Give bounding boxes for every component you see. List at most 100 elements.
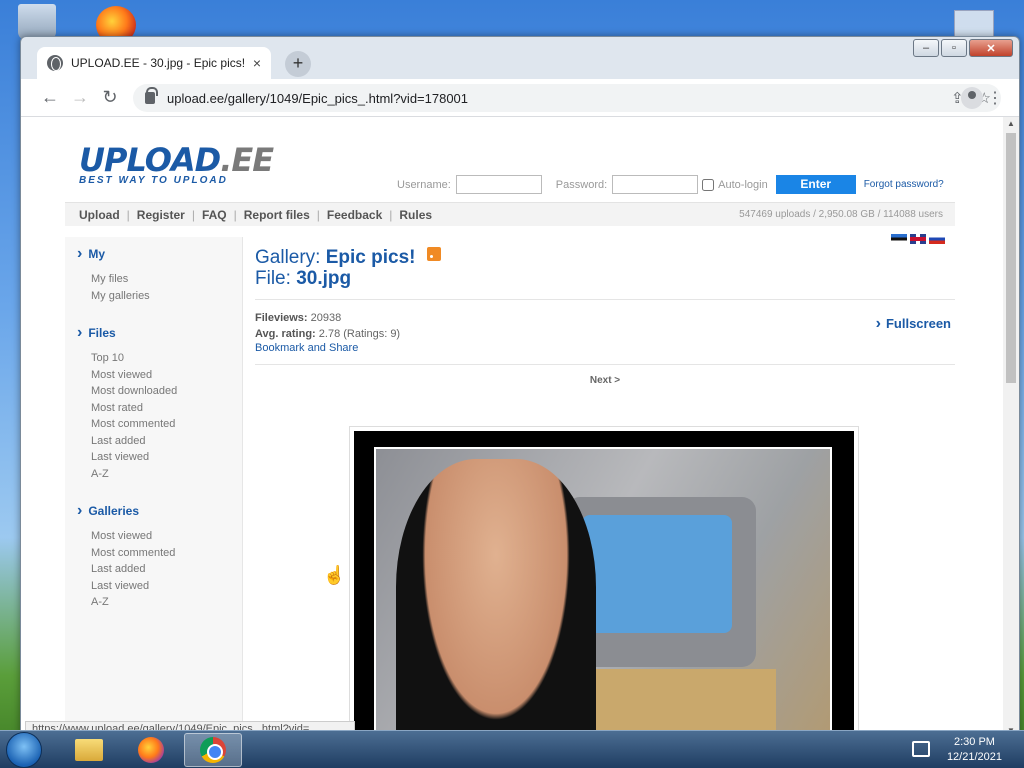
username-label: Username:: [397, 178, 451, 191]
sidebar-item-gal-most-viewed[interactable]: Most viewed: [65, 528, 242, 545]
hand-cursor-icon: ☝: [323, 565, 346, 585]
back-button[interactable]: ←: [35, 83, 65, 113]
menu-separator: |: [233, 207, 237, 222]
sidebar-item-my-galleries[interactable]: My galleries: [65, 288, 242, 305]
sidebar-item-gal-last-viewed[interactable]: Last viewed: [65, 578, 242, 595]
menu-faq[interactable]: FAQ: [202, 208, 227, 222]
login-form: Username: Password: Auto-login Enter For…: [397, 175, 944, 194]
main-content: Gallery: Epic pics! File: 30.jpg Filevie…: [255, 247, 955, 386]
photo-person-shape: [396, 459, 596, 735]
page-scrollbar[interactable]: ▲ ▼: [1003, 117, 1019, 735]
password-field[interactable]: [612, 175, 699, 194]
tab-strip: UPLOAD.EE - 30.jpg - Epic pics! × + – ▫ …: [21, 37, 1019, 79]
gallery-photo[interactable]: [374, 447, 832, 735]
fileviews-label: Fileviews:: [255, 312, 308, 324]
minimize-button[interactable]: –: [913, 39, 939, 57]
scroll-up-arrow-icon[interactable]: ▲: [1007, 119, 1015, 128]
maximize-button[interactable]: ▫: [941, 39, 967, 57]
divider: [255, 299, 955, 300]
fullscreen-link[interactable]: Fullscreen: [876, 315, 951, 333]
sidebar-item-top10[interactable]: Top 10: [65, 350, 242, 367]
sidebar-item-gal-last-added[interactable]: Last added: [65, 561, 242, 578]
fileviews-value: 20938: [310, 312, 342, 324]
gallery-name-link[interactable]: Epic pics!: [326, 247, 416, 268]
file-name: 30.jpg: [296, 268, 352, 289]
next-link[interactable]: Next >: [255, 375, 955, 386]
sidebar-heading-my[interactable]: My: [65, 245, 242, 263]
new-tab-button[interactable]: +: [285, 51, 311, 77]
menu-upload[interactable]: Upload: [79, 208, 120, 222]
sidebar-heading-galleries[interactable]: Galleries: [65, 502, 242, 520]
enter-button[interactable]: Enter: [775, 175, 856, 194]
password-label: Password:: [555, 178, 608, 191]
clock-time: 2:30 PM: [953, 736, 995, 748]
firefox-logo-icon: [138, 737, 164, 763]
profile-icon[interactable]: [961, 87, 983, 109]
menu-register[interactable]: Register: [137, 208, 185, 222]
globe-icon: [47, 55, 63, 71]
start-button[interactable]: [6, 732, 42, 768]
sidebar-section-files: Files Top 10 Most viewed Most downloaded…: [65, 324, 242, 482]
menu-separator: |: [316, 207, 320, 222]
sidebar-section-galleries: Galleries Most viewed Most commented Las…: [65, 502, 242, 611]
clock-date: 12/21/2021: [946, 751, 1002, 763]
browser-menu-button[interactable]: ⋮: [987, 88, 1003, 108]
rating-value: 2.78 (Ratings: 9): [318, 328, 401, 340]
sidebar-item-my-files[interactable]: My files: [65, 271, 242, 288]
photo-border: [354, 431, 854, 735]
sidebar-heading-files[interactable]: Files: [65, 324, 242, 342]
tab-title: UPLOAD.EE - 30.jpg - Epic pics!: [71, 56, 246, 70]
sidebar-item-gal-a-z[interactable]: A-Z: [65, 594, 242, 611]
reload-button[interactable]: ↻: [95, 83, 125, 113]
sidebar-item-most-downloaded[interactable]: Most downloaded: [65, 383, 242, 400]
sidebar-item-most-commented[interactable]: Most commented: [65, 416, 242, 433]
rss-icon[interactable]: [426, 247, 441, 261]
address-bar[interactable]: upload.ee/gallery/1049/Epic_pics_.html?v…: [133, 84, 1001, 112]
sidebar-item-a-z[interactable]: A-Z: [65, 466, 242, 483]
network-icon[interactable]: [912, 741, 930, 757]
menu-report-files[interactable]: Report files: [244, 208, 310, 222]
menu-feedback[interactable]: Feedback: [327, 208, 382, 222]
window-controls: – ▫ ✕: [913, 39, 1013, 57]
close-window-button[interactable]: ✕: [969, 39, 1013, 57]
explorer-icon[interactable]: [60, 733, 118, 767]
sidebar-item-last-added[interactable]: Last added: [65, 433, 242, 450]
sidebar-item-last-viewed[interactable]: Last viewed: [65, 449, 242, 466]
chrome-logo-icon: [200, 737, 226, 763]
gallery-title: Gallery: Epic pics!: [255, 247, 955, 268]
sidebar-section-my: My My files My galleries: [65, 245, 242, 304]
browser-window: UPLOAD.EE - 30.jpg - Epic pics! × + – ▫ …: [20, 36, 1020, 736]
divider: [255, 364, 955, 365]
logo-text: UPLOAD: [79, 141, 221, 179]
scroll-thumb[interactable]: [1006, 133, 1016, 383]
recycle-bin-icon[interactable]: [18, 4, 56, 40]
sidebar-item-gal-most-commented[interactable]: Most commented: [65, 545, 242, 562]
clock[interactable]: 2:30 PM 12/21/2021: [947, 735, 1002, 765]
sidebar: My My files My galleries Files Top 10 Mo…: [65, 237, 243, 735]
firefox-icon[interactable]: [122, 733, 180, 767]
gallery-prefix: Gallery:: [255, 247, 326, 268]
autologin-checkbox[interactable]: [702, 178, 715, 191]
username-field[interactable]: [455, 175, 542, 194]
tab-upload-ee[interactable]: UPLOAD.EE - 30.jpg - Epic pics! ×: [37, 47, 271, 79]
sidebar-item-most-rated[interactable]: Most rated: [65, 400, 242, 417]
uk-flag-icon[interactable]: [910, 234, 926, 244]
fileviews-line: Fileviews: 20938: [255, 310, 955, 326]
sidebar-item-most-viewed[interactable]: Most viewed: [65, 367, 242, 384]
site-logo[interactable]: UPLOAD.EE BEST WAY TO UPLOAD: [79, 141, 274, 186]
forward-button[interactable]: →: [65, 83, 95, 113]
photo-tv-stand: [576, 669, 776, 735]
bookmark-share-link[interactable]: Bookmark and Share: [255, 342, 955, 354]
menu-rules[interactable]: Rules: [399, 208, 432, 222]
taskbar: 2:30 PM 12/21/2021: [0, 730, 1024, 768]
url-text[interactable]: upload.ee/gallery/1049/Epic_pics_.html?v…: [167, 91, 951, 106]
menu-separator: |: [126, 207, 130, 222]
tab-close-button[interactable]: ×: [253, 55, 261, 71]
ee-flag-icon[interactable]: [891, 234, 907, 244]
forgot-password-link[interactable]: Forgot password?: [864, 179, 944, 190]
site-menu: Upload | Register | FAQ | Report files |…: [65, 202, 955, 226]
chrome-icon[interactable]: [184, 733, 242, 767]
browser-toolbar: ← → ↻ upload.ee/gallery/1049/Epic_pics_.…: [21, 79, 1019, 117]
lock-icon[interactable]: [145, 87, 158, 104]
ru-flag-icon[interactable]: [929, 234, 945, 244]
